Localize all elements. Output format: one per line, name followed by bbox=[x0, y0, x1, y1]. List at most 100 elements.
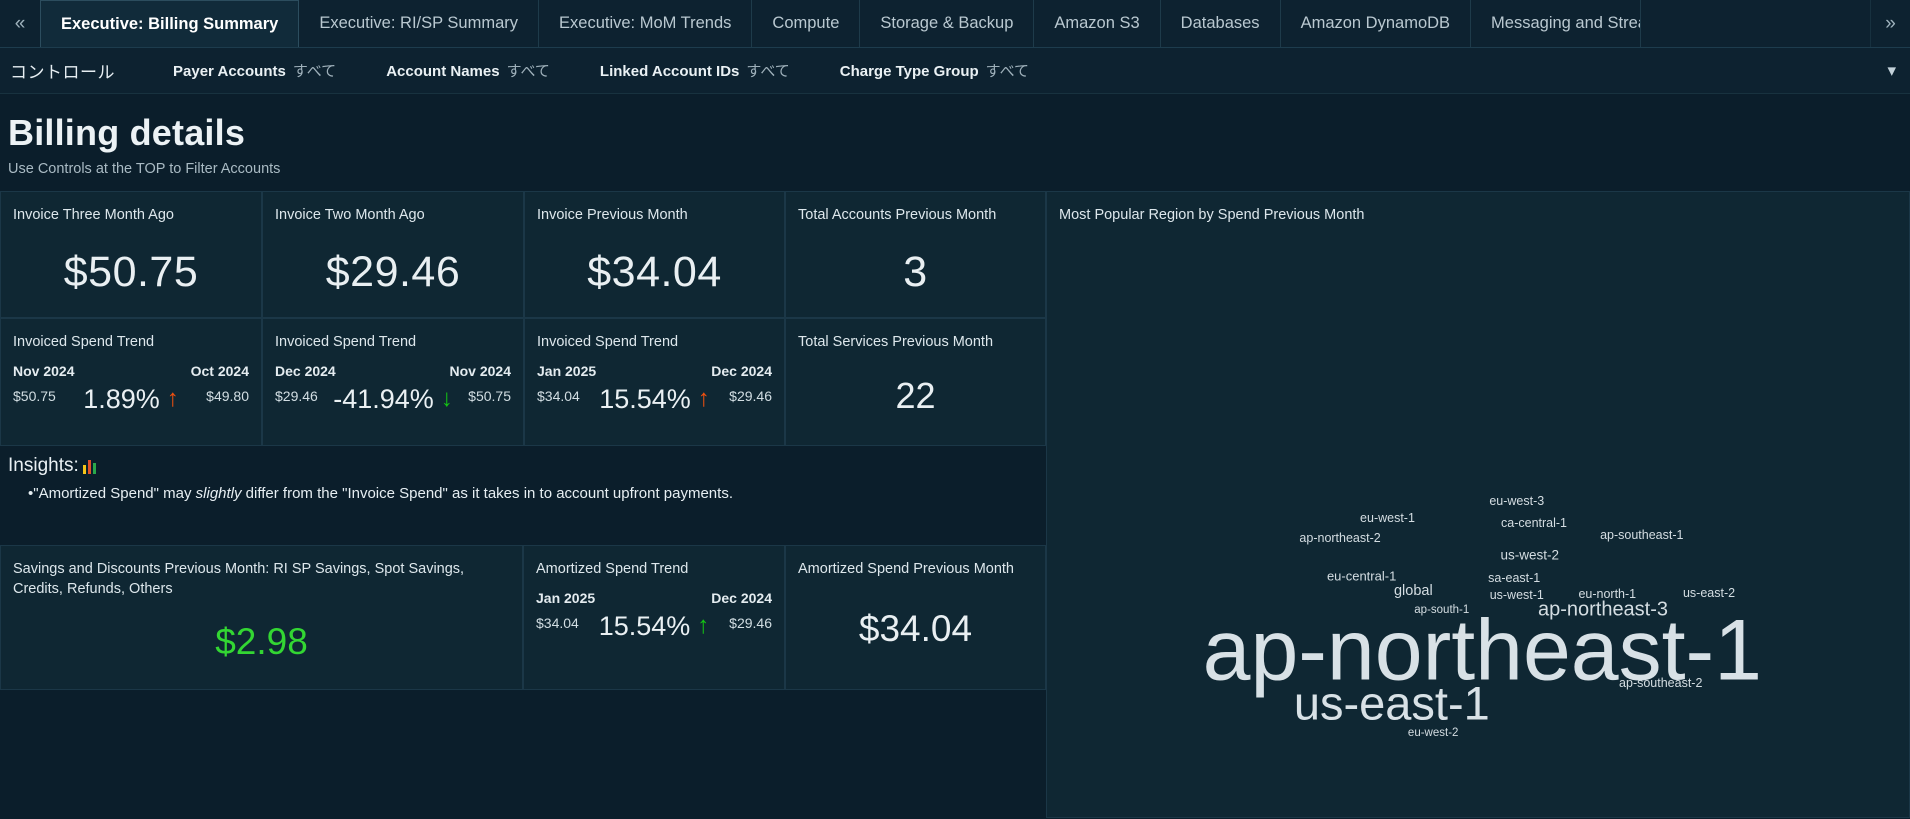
trend-value-current: $50.75 bbox=[13, 388, 56, 405]
word-cloud-item[interactable]: ca-central-1 bbox=[1501, 516, 1567, 530]
control-filter-linked-account-ids[interactable]: Linked Account IDs すべて bbox=[600, 60, 790, 81]
page-title: Billing details bbox=[8, 112, 246, 153]
word-cloud-item[interactable]: us-west-2 bbox=[1500, 547, 1559, 562]
trend-card-invoiced-spend-3[interactable]: Invoiced Spend Trend Jan 2025 Dec 2024 $… bbox=[524, 318, 785, 446]
kpi-card-invoice-previous-month[interactable]: Invoice Previous Month $34.04 bbox=[524, 191, 785, 318]
card-savings-and-discounts[interactable]: Savings and Discounts Previous Month: RI… bbox=[0, 545, 523, 690]
control-filter-value: すべて bbox=[292, 63, 337, 80]
trend-percent: 1.89% bbox=[83, 383, 160, 414]
dashboard-grid: Invoice Three Month Ago $50.75 Invoice T… bbox=[0, 191, 1910, 818]
control-filter-value: すべて bbox=[746, 63, 790, 80]
bottom-row: Savings and Discounts Previous Month: RI… bbox=[0, 545, 1046, 690]
word-cloud-item[interactable]: ap-south-1 bbox=[1414, 604, 1469, 616]
trend-value-current: $34.04 bbox=[536, 615, 579, 632]
trend-month-previous: Dec 2024 bbox=[711, 362, 772, 379]
word-cloud-item[interactable]: eu-central-1 bbox=[1327, 569, 1396, 584]
scroll-tabs-left-icon[interactable]: « bbox=[0, 0, 40, 47]
trend-percent-group: 1.89% ↑ bbox=[83, 384, 179, 415]
insights-panel: Insights: •"Amortized Spend" may slightl… bbox=[0, 446, 1046, 545]
kpi-card-amortized-spend-previous-month[interactable]: Amortized Spend Previous Month $34.04 bbox=[785, 545, 1046, 690]
trend-value-previous: $49.80 bbox=[206, 388, 249, 405]
word-cloud-item[interactable]: ap-southeast-1 bbox=[1600, 528, 1683, 542]
kpi-value: $50.75 bbox=[63, 247, 199, 296]
word-cloud-item[interactable]: sa-east-1 bbox=[1488, 571, 1540, 585]
tab-label: Databases bbox=[1180, 14, 1260, 32]
tab-executive-ri-sp-summary[interactable]: Executive: RI/SP Summary bbox=[299, 0, 540, 47]
tab-amazon-dynamodb[interactable]: Amazon DynamoDB bbox=[1281, 0, 1472, 47]
word-cloud-card[interactable]: Most Popular Region by Spend Previous Mo… bbox=[1046, 191, 1910, 818]
trend-percent-group: -41.94% ↓ bbox=[333, 384, 453, 415]
kpi-card-invoice-three-month-ago[interactable]: Invoice Three Month Ago $50.75 bbox=[0, 191, 262, 318]
control-filter-label: Linked Account IDs bbox=[599, 63, 740, 80]
trend-arrow-up-icon: ↑ bbox=[697, 612, 710, 640]
trend-month-previous: Nov 2024 bbox=[449, 362, 511, 379]
word-cloud-item[interactable]: ap-southeast-2 bbox=[1619, 676, 1702, 690]
control-filter-account-names[interactable]: Account Names すべて bbox=[386, 60, 550, 81]
tab-list: Executive: Billing Summary Executive: RI/… bbox=[40, 0, 1870, 47]
trend-percent: -41.94% bbox=[333, 383, 434, 414]
kpi-card-total-services-previous-month[interactable]: Total Services Previous Month 22 bbox=[785, 318, 1046, 446]
word-cloud-item[interactable]: ap-northeast-3 bbox=[1538, 598, 1668, 621]
insights-header: Insights: bbox=[0, 446, 1046, 477]
word-cloud-item[interactable]: eu-west-2 bbox=[1408, 727, 1459, 739]
kpi-card-total-accounts-previous-month[interactable]: Total Accounts Previous Month 3 bbox=[785, 191, 1046, 318]
left-column: Invoice Three Month Ago $50.75 Invoice T… bbox=[0, 191, 1046, 818]
word-cloud-item[interactable]: us-east-1 bbox=[1294, 676, 1490, 731]
trend-value-previous: $29.46 bbox=[729, 615, 772, 632]
word-cloud-item[interactable]: global bbox=[1394, 583, 1433, 599]
kpi-title: Invoice Two Month Ago bbox=[275, 207, 425, 223]
control-filter-label: Payer Accounts bbox=[173, 63, 286, 80]
trend-card-invoiced-spend-2[interactable]: Invoiced Spend Trend Dec 2024 Nov 2024 $… bbox=[262, 318, 524, 446]
word-cloud-item[interactable]: eu-west-1 bbox=[1360, 511, 1415, 525]
word-cloud-item[interactable]: eu-west-3 bbox=[1489, 494, 1544, 508]
kpi-title: Invoice Previous Month bbox=[537, 207, 688, 223]
tab-label: Amazon DynamoDB bbox=[1300, 14, 1451, 32]
trend-month-previous: Oct 2024 bbox=[190, 362, 249, 379]
tab-compute[interactable]: Compute bbox=[752, 0, 861, 47]
tab-label: Storage & Backup bbox=[880, 14, 1014, 32]
trend-percent-group: 15.54% ↑ bbox=[599, 611, 710, 642]
insights-text-emphasis: slightly bbox=[195, 485, 242, 502]
word-cloud-item[interactable]: us-west-1 bbox=[1490, 588, 1544, 602]
trend-value-previous: $29.46 bbox=[729, 388, 772, 405]
tab-label: Messaging and Strea bbox=[1491, 14, 1642, 32]
controls-title: コントロール bbox=[10, 63, 115, 82]
kpi-row: Invoice Three Month Ago $50.75 Invoice T… bbox=[0, 191, 1046, 318]
word-cloud-item[interactable]: ap-northeast-2 bbox=[1299, 531, 1380, 545]
word-cloud-item[interactable]: us-east-2 bbox=[1683, 586, 1735, 600]
kpi-card-invoice-two-month-ago[interactable]: Invoice Two Month Ago $29.46 bbox=[262, 191, 524, 318]
insights-text-after: differ from the "Invoice Spend" as it ta… bbox=[241, 485, 733, 502]
tab-amazon-s3[interactable]: Amazon S3 bbox=[1034, 0, 1161, 47]
word-cloud-item[interactable]: eu-north-1 bbox=[1578, 587, 1636, 601]
tab-databases[interactable]: Databases bbox=[1161, 0, 1281, 47]
tab-messaging-and-strea[interactable]: Messaging and Strea bbox=[1471, 0, 1642, 47]
trend-arrow-up-icon: ↑ bbox=[697, 385, 710, 413]
trend-month-current: Jan 2025 bbox=[537, 362, 597, 379]
tab-storage-backup[interactable]: Storage & Backup bbox=[860, 0, 1035, 47]
tab-executive-mom-trends[interactable]: Executive: MoM Trends bbox=[539, 0, 753, 47]
trend-percent: 15.54% bbox=[598, 610, 691, 641]
controls-filter-list: Payer Accounts すべて Account Names すべて Linked … bbox=[173, 60, 1029, 81]
bar-chart-icon bbox=[82, 459, 97, 474]
scroll-tabs-right-icon[interactable]: » bbox=[1870, 0, 1910, 47]
kpi-value: $34.04 bbox=[858, 607, 973, 649]
tab-executive-billing-summary[interactable]: Executive: Billing Summary bbox=[40, 0, 300, 47]
chevron-down-icon[interactable]: ▾ bbox=[1887, 61, 1896, 81]
trend-value-previous: $50.75 bbox=[468, 388, 511, 405]
trend-card-invoiced-spend-1[interactable]: Invoiced Spend Trend Nov 2024 Oct 2024 $… bbox=[0, 318, 262, 446]
dashboard-root: « Executive: Billing Summary Executive: R… bbox=[0, 0, 1910, 819]
control-filter-payer-accounts[interactable]: Payer Accounts すべて bbox=[173, 60, 336, 81]
tab-bar: « Executive: Billing Summary Executive: R… bbox=[0, 0, 1910, 48]
control-filter-charge-type-group[interactable]: Charge Type Group すべて bbox=[840, 60, 1029, 81]
kpi-title: Total Accounts Previous Month bbox=[798, 207, 997, 223]
savings-title: Savings and Discounts Previous Month: RI… bbox=[13, 561, 465, 597]
tab-label: Executive: RI/SP Summary bbox=[319, 14, 519, 32]
right-column: Most Popular Region by Spend Previous Mo… bbox=[1046, 191, 1910, 818]
trend-title: Invoiced Spend Trend bbox=[13, 334, 155, 350]
word-cloud-area: ap-northeast-1 us-east-1 ap-northeast-3 ap-… bbox=[1047, 192, 1909, 817]
control-filter-label: Account Names bbox=[386, 63, 500, 80]
kpi-value: 3 bbox=[903, 247, 928, 296]
trend-card-amortized-spend[interactable]: Amortized Spend Trend Jan 2025 Dec 2024 … bbox=[523, 545, 785, 690]
kpi-title: Invoice Three Month Ago bbox=[13, 207, 174, 223]
kpi-title: Amortized Spend Previous Month bbox=[798, 561, 1014, 577]
